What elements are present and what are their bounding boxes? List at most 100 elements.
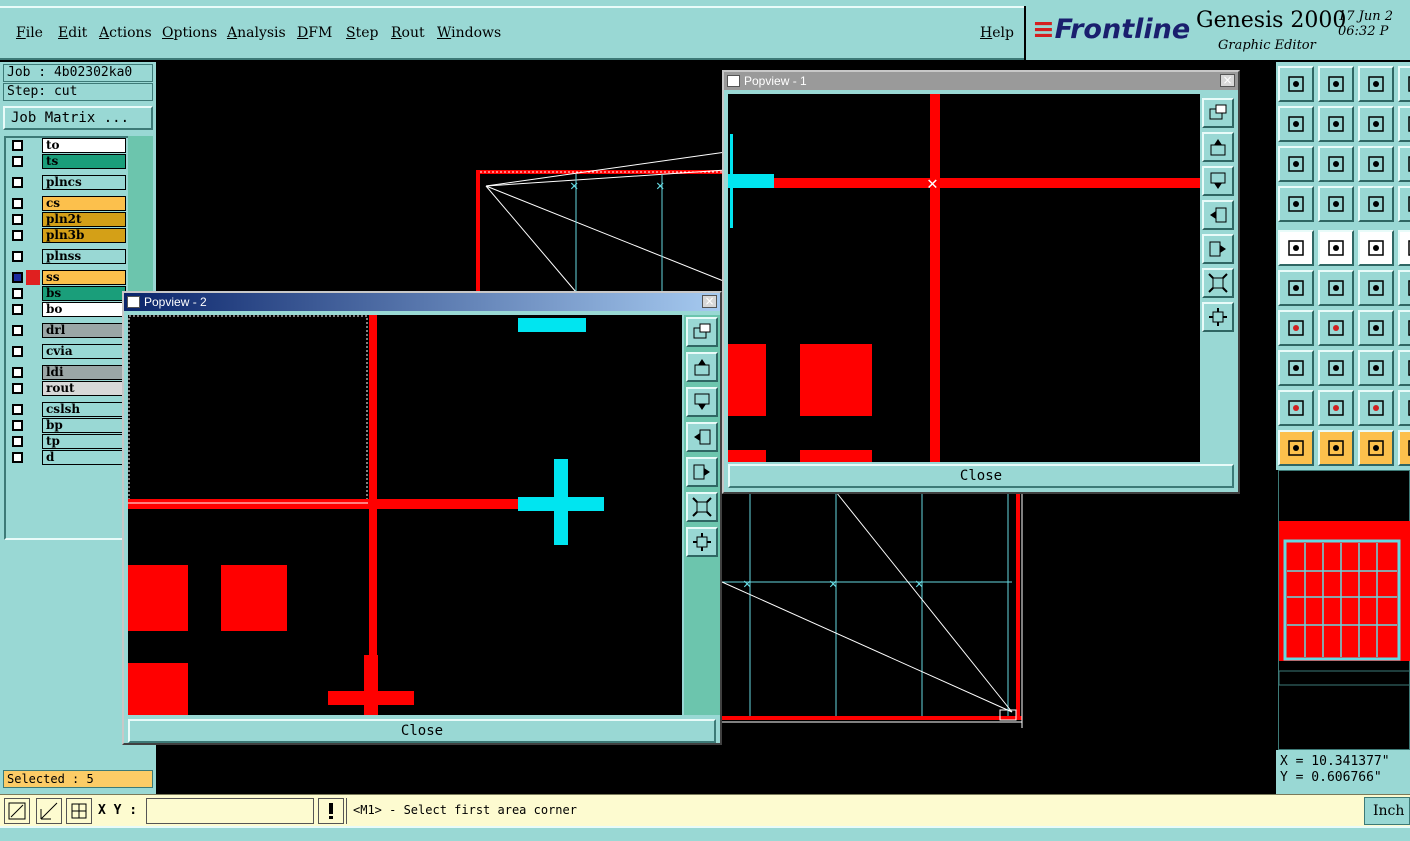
- layer-checkbox[interactable]: [12, 251, 23, 262]
- pan-left-icon[interactable]: [1202, 200, 1234, 230]
- rotate-icon[interactable]: [1358, 310, 1394, 346]
- pan-up-icon[interactable]: [686, 352, 718, 382]
- add-feature-icon[interactable]: [1278, 230, 1314, 266]
- layer-checkbox[interactable]: [12, 140, 23, 151]
- layer-checkbox[interactable]: [12, 177, 23, 188]
- partial-icon[interactable]: [1398, 310, 1410, 346]
- layer-row-plncs[interactable]: plncs: [10, 175, 126, 190]
- zoom-out-icon[interactable]: [686, 492, 718, 522]
- menu-options[interactable]: Options: [162, 25, 217, 41]
- pan-left-icon[interactable]: [686, 422, 718, 452]
- pan-up-icon[interactable]: [1202, 132, 1234, 162]
- layer-name[interactable]: d: [42, 450, 126, 465]
- pointer-circle-icon[interactable]: [1358, 430, 1394, 466]
- connect-icon[interactable]: [1278, 270, 1314, 306]
- partial-icon[interactable]: [1398, 390, 1410, 426]
- layer-checkbox[interactable]: [12, 230, 23, 241]
- menu-help[interactable]: Help: [980, 25, 1014, 41]
- pan-right-icon[interactable]: [686, 457, 718, 487]
- menu-step[interactable]: Step: [346, 25, 378, 41]
- partial-icon[interactable]: [1398, 270, 1410, 306]
- popview-1-close-x[interactable]: ×: [1220, 74, 1235, 87]
- layer-name[interactable]: ss: [42, 270, 126, 285]
- layer-checkbox[interactable]: [12, 272, 23, 283]
- layer-row-pln2t[interactable]: pln2t: [10, 212, 126, 227]
- menu-windows[interactable]: Windows: [437, 25, 501, 41]
- partial-icon[interactable]: [1398, 146, 1410, 182]
- layer-name[interactable]: plnss: [42, 249, 126, 264]
- layer-name[interactable]: ts: [42, 154, 126, 169]
- layer-name[interactable]: pln2t: [42, 212, 126, 227]
- layer-row-ldi[interactable]: ldi: [10, 365, 126, 380]
- partial-icon[interactable]: [1398, 66, 1410, 102]
- layer-row-d[interactable]: d: [10, 450, 126, 465]
- partial-icon[interactable]: [1398, 186, 1410, 222]
- layer-row-cvia[interactable]: cvia: [10, 344, 126, 359]
- overview-map[interactable]: [1278, 470, 1410, 750]
- pointer-icon[interactable]: [1278, 430, 1314, 466]
- pad-select-icon[interactable]: [1278, 350, 1314, 386]
- alert-icon[interactable]: [318, 798, 344, 824]
- layer-checkbox[interactable]: [12, 383, 23, 394]
- layer-checkbox[interactable]: [12, 452, 23, 463]
- layer-name[interactable]: ldi: [42, 365, 126, 380]
- segment-icon[interactable]: [1318, 350, 1354, 386]
- edit-icon[interactable]: [1318, 230, 1354, 266]
- layer-row-tp[interactable]: tp: [10, 434, 126, 449]
- layer-checkbox[interactable]: [12, 288, 23, 299]
- layer-row-drl[interactable]: drl: [10, 323, 126, 338]
- layer-row-bo[interactable]: bo: [10, 302, 126, 317]
- layer-name[interactable]: cslsh: [42, 402, 126, 417]
- zoom-out-icon[interactable]: [1202, 268, 1234, 298]
- layer-name[interactable]: rout: [42, 381, 126, 396]
- popview-1-titlebar[interactable]: Popview - 1 ×: [724, 72, 1238, 90]
- triangle-icon[interactable]: [1278, 390, 1314, 426]
- layer-checkbox[interactable]: [12, 214, 23, 225]
- move-icon[interactable]: [1358, 270, 1394, 306]
- popview-2-close-x[interactable]: ×: [702, 295, 717, 308]
- cross-icon[interactable]: [1318, 270, 1354, 306]
- pad-icon[interactable]: [1318, 186, 1354, 222]
- layer-row-plnss[interactable]: plnss: [10, 249, 126, 264]
- menu-edit[interactable]: Edit: [58, 25, 87, 41]
- partial-icon[interactable]: [1398, 350, 1410, 386]
- layer-row-ts[interactable]: ts: [10, 154, 126, 169]
- pan-down-icon[interactable]: [1202, 166, 1234, 196]
- zoom-in-icon[interactable]: [1202, 302, 1234, 332]
- popview-2-canvas[interactable]: [128, 315, 682, 715]
- measure-icon[interactable]: [36, 798, 62, 824]
- snap-icon[interactable]: [4, 798, 30, 824]
- center-icon[interactable]: [1318, 146, 1354, 182]
- pointer-box-icon[interactable]: [1318, 430, 1354, 466]
- layer-checkbox[interactable]: [12, 156, 23, 167]
- layer-name[interactable]: pln3b: [42, 228, 126, 243]
- layer-checkbox[interactable]: [12, 346, 23, 357]
- layer-row-rout[interactable]: rout: [10, 381, 126, 396]
- ruler-icon[interactable]: [1358, 230, 1394, 266]
- diag-icon[interactable]: [1318, 310, 1354, 346]
- pan-down-icon[interactable]: [686, 387, 718, 417]
- matrix-icon[interactable]: [1358, 186, 1394, 222]
- layer-name[interactable]: bs: [42, 286, 126, 301]
- menu-rout[interactable]: Rout: [391, 25, 425, 41]
- resize-icon[interactable]: [1358, 350, 1394, 386]
- polygon-icon[interactable]: [1318, 390, 1354, 426]
- house-icon[interactable]: [1358, 66, 1394, 102]
- layer-checkbox[interactable]: [12, 367, 23, 378]
- pan-right-icon[interactable]: [1318, 106, 1354, 142]
- redraw-icon[interactable]: [1358, 106, 1394, 142]
- pan-right-icon[interactable]: [1202, 234, 1234, 264]
- layer-name[interactable]: cvia: [42, 344, 126, 359]
- layer-row-bs[interactable]: bs: [10, 286, 126, 301]
- partial-icon[interactable]: [1398, 106, 1410, 142]
- layer-checkbox[interactable]: [12, 420, 23, 431]
- pan-left-icon[interactable]: [1278, 106, 1314, 142]
- layer-checkbox[interactable]: [12, 304, 23, 315]
- partial-icon[interactable]: [1398, 230, 1410, 266]
- fit-icon[interactable]: [1278, 146, 1314, 182]
- layer-row-ss[interactable]: ss: [10, 270, 126, 285]
- popview-2-titlebar[interactable]: Popview - 2 ×: [124, 293, 720, 311]
- settings-icon[interactable]: [1278, 186, 1314, 222]
- units-button[interactable]: Inch: [1364, 797, 1410, 825]
- job-matrix-button[interactable]: Job Matrix ...: [3, 106, 153, 130]
